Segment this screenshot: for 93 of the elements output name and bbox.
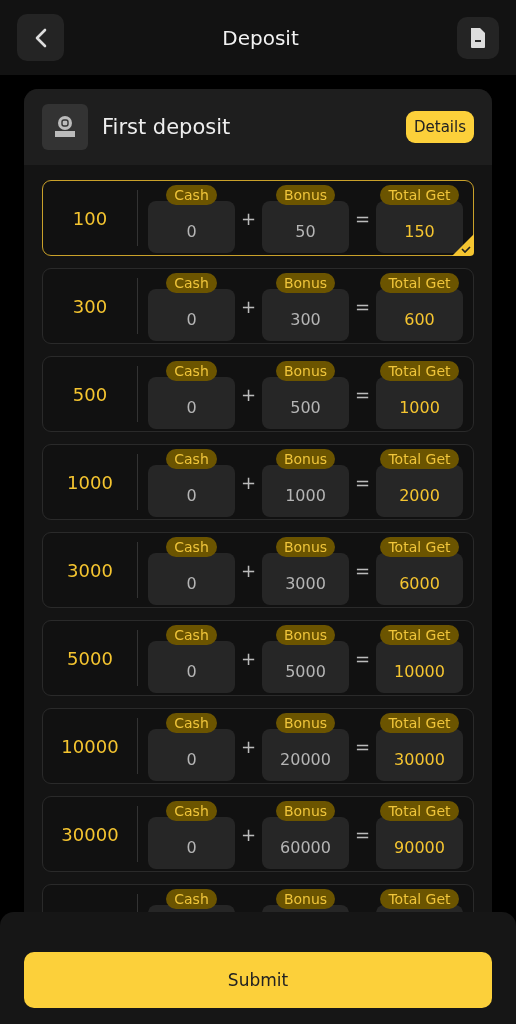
cash-box: 0 [148, 729, 235, 781]
cash-label: Cash [166, 801, 217, 821]
deposit-option[interactable]: 3000 Cash 0 + Bonus 3000 = Total Get 6000 [42, 532, 474, 608]
document-icon [469, 26, 487, 49]
deposit-option[interactable]: 30000 Cash 0 + Bonus 60000 = Total Get 90000 [42, 796, 474, 872]
plus-sign: + [239, 823, 258, 845]
bonus-label: Bonus [275, 273, 336, 293]
deposit-amount: 30000 [61, 823, 119, 845]
plus-sign: + [239, 383, 258, 405]
cash-label: Cash [166, 713, 217, 733]
equals-sign: = [353, 823, 372, 845]
bonus-label: Bonus [275, 801, 336, 821]
total-box: 90000 [376, 817, 463, 869]
deposit-option[interactable]: 5000 Cash 0 + Bonus 5000 = Total Get 10000 [42, 620, 474, 696]
deposit-amount: 300 [72, 295, 108, 317]
card-title: First deposit [102, 115, 232, 139]
cash-label: Cash [166, 449, 217, 469]
deposit-icon [42, 104, 88, 150]
total-box: 6000 [376, 553, 463, 605]
bonus-box: 300 [262, 289, 349, 341]
equals-sign: = [353, 295, 372, 317]
cash-label: Cash [166, 361, 217, 381]
total-label: Total Get [380, 713, 459, 733]
bonus-box: 3000 [262, 553, 349, 605]
deposit-amount: 100 [72, 207, 108, 229]
cash-label: Cash [166, 273, 217, 293]
deposit-amount: 10000 [61, 735, 119, 757]
cash-box: 0 [148, 289, 235, 341]
back-button[interactable] [17, 14, 64, 61]
deposit-amount: 5000 [67, 647, 113, 669]
plus-sign: + [239, 471, 258, 493]
total-label: Total Get [380, 537, 459, 557]
check-corner-icon [452, 234, 474, 256]
total-label: Total Get [380, 273, 459, 293]
bonus-box: 50 [262, 201, 349, 253]
bonus-box: 20000 [262, 729, 349, 781]
bonus-box: 1000 [262, 465, 349, 517]
page-title: Deposit [222, 25, 299, 50]
plus-sign: + [239, 735, 258, 757]
equals-sign: = [353, 383, 372, 405]
cash-label: Cash [166, 625, 217, 645]
bonus-box: 500 [262, 377, 349, 429]
deposit-option[interactable]: 300 Cash 0 + Bonus 300 = Total Get 600 [42, 268, 474, 344]
cash-box: 0 [148, 553, 235, 605]
total-box: 2000 [376, 465, 463, 517]
plus-sign: + [239, 647, 258, 669]
deposit-option[interactable]: 1000 Cash 0 + Bonus 1000 = Total Get 2000 [42, 444, 474, 520]
total-box: 30000 [376, 729, 463, 781]
cash-label: Cash [166, 537, 217, 557]
cash-label: Cash [166, 889, 217, 909]
plus-sign: + [239, 295, 258, 317]
bonus-label: Bonus [275, 713, 336, 733]
submit-button[interactable]: Submit [24, 952, 492, 1008]
cash-label: Cash [166, 185, 217, 205]
bonus-label: Bonus [275, 625, 336, 645]
deposit-amount: 3000 [67, 559, 113, 581]
deposit-option[interactable]: 100 Cash 0 + Bonus 50 = Total Get 150 [42, 180, 474, 256]
plus-sign: + [239, 559, 258, 581]
total-label: Total Get [380, 361, 459, 381]
cash-box: 0 [148, 817, 235, 869]
bonus-label: Bonus [275, 185, 336, 205]
bonus-label: Bonus [275, 537, 336, 557]
total-label: Total Get [380, 449, 459, 469]
cash-box: 0 [148, 377, 235, 429]
deposit-amount: 1000 [67, 471, 113, 493]
equals-sign: = [353, 559, 372, 581]
total-label: Total Get [380, 889, 459, 909]
total-box: 1000 [376, 377, 463, 429]
records-button[interactable] [457, 16, 499, 59]
equals-sign: = [353, 471, 372, 493]
deposit-option[interactable]: Cash Bonus Total Get [42, 884, 474, 912]
equals-sign: = [353, 207, 372, 229]
deposit-amount: 500 [72, 383, 108, 405]
equals-sign: = [353, 647, 372, 669]
total-box: 10000 [376, 641, 463, 693]
cash-box: 0 [148, 201, 235, 253]
bonus-label: Bonus [275, 449, 336, 469]
total-box: 600 [376, 289, 463, 341]
total-label: Total Get [380, 801, 459, 821]
equals-sign: = [353, 735, 372, 757]
cash-box: 0 [148, 641, 235, 693]
plus-sign: + [239, 207, 258, 229]
cash-box: 0 [148, 465, 235, 517]
deposit-option[interactable]: 10000 Cash 0 + Bonus 20000 = Total Get 30000 [42, 708, 474, 784]
bonus-box: 5000 [262, 641, 349, 693]
bonus-label: Bonus [275, 361, 336, 381]
bonus-box: 60000 [262, 817, 349, 869]
total-label: Total Get [380, 625, 459, 645]
details-button[interactable]: Details [406, 111, 474, 143]
bonus-label: Bonus [275, 889, 336, 909]
total-box: 150 [376, 201, 463, 253]
deposit-option[interactable]: 500 Cash 0 + Bonus 500 = Total Get 1000 [42, 356, 474, 432]
total-label: Total Get [380, 185, 459, 205]
